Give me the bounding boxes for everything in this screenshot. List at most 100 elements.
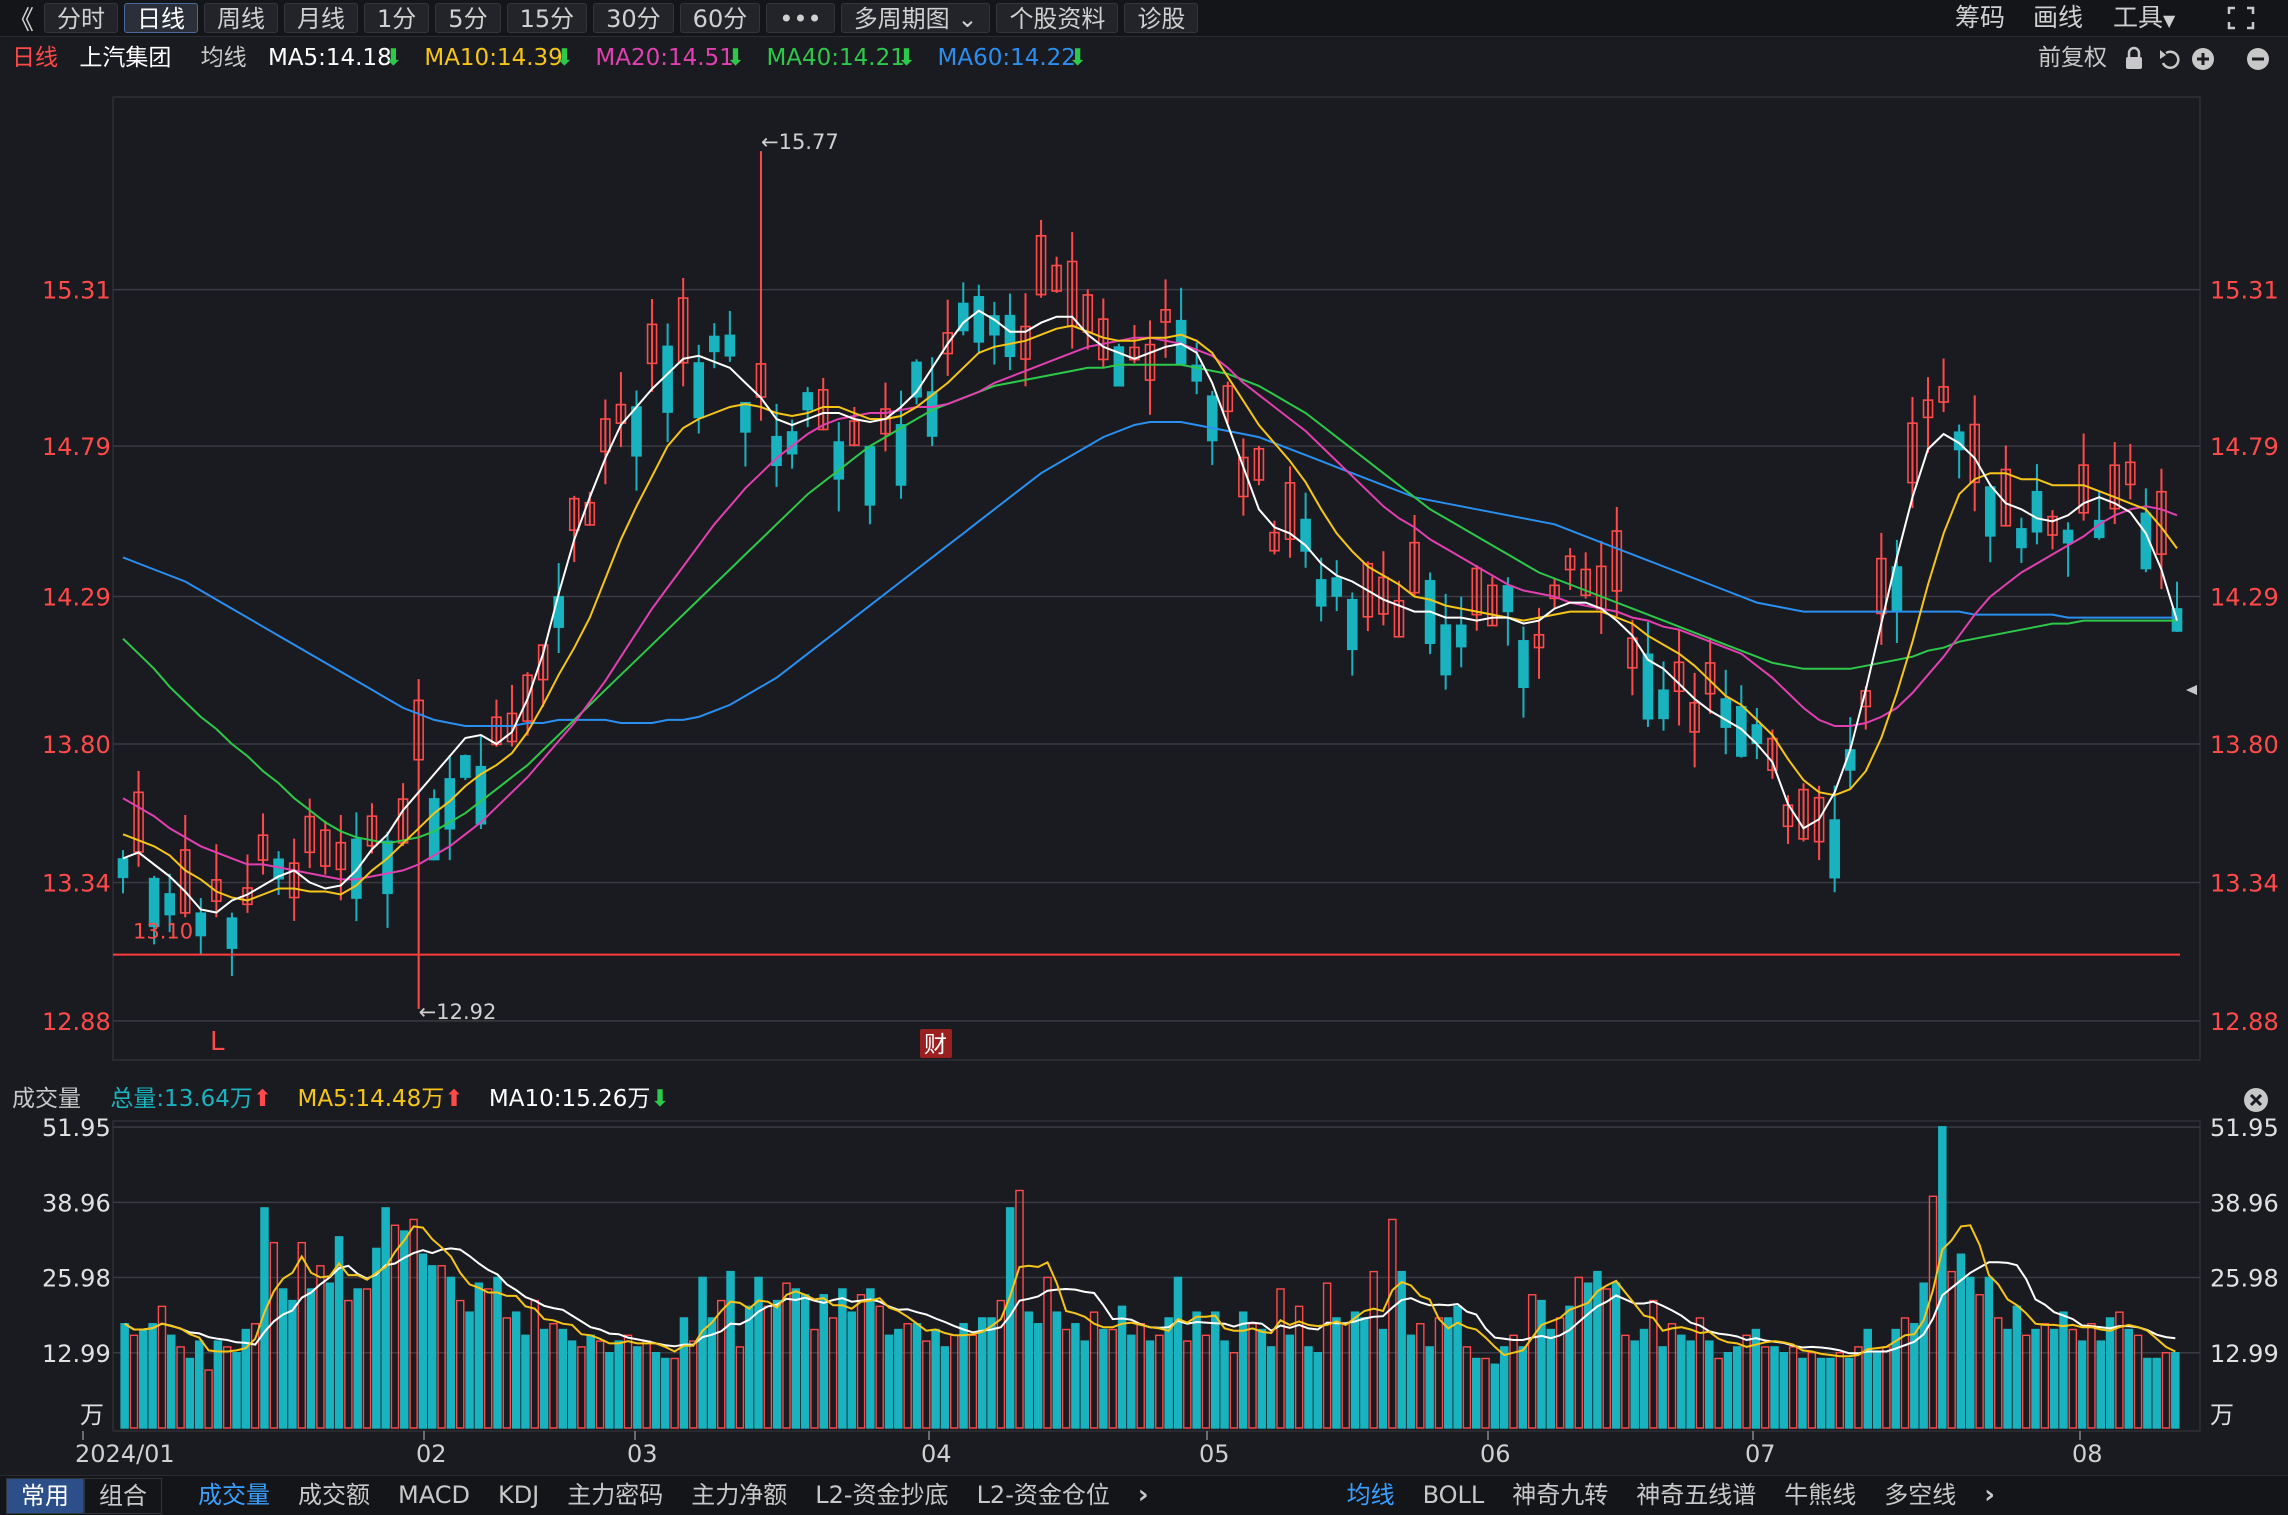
period-tab[interactable]: 5分 (435, 3, 501, 33)
indicator-tab[interactable]: 成交量 (184, 1476, 284, 1515)
lock-icon[interactable] (2126, 46, 2142, 69)
indicator-tab[interactable]: L2-资金仓位 (963, 1476, 1124, 1515)
bottom-group-tab[interactable]: 组合 (84, 1477, 162, 1514)
candle-body (1767, 737, 1778, 771)
volume-bar (2031, 1328, 2040, 1429)
candle-body (211, 879, 222, 902)
volume-bar (213, 1340, 223, 1429)
volume-bar (819, 1294, 828, 1429)
candle-body (1782, 804, 1794, 828)
candle-body (957, 302, 969, 332)
volume-bar (1751, 1328, 1761, 1429)
overlay-tab[interactable]: 牛熊线 (1770, 1476, 1870, 1515)
candle-body (615, 403, 627, 424)
tools-button[interactable]: 工具▼ (2113, 0, 2175, 36)
volume-bar (875, 1305, 884, 1429)
indicator-tab[interactable]: 主力密码 (553, 1476, 677, 1515)
overlay-tab[interactable]: 神奇五线谱 (1622, 1476, 1770, 1515)
candle-body (319, 829, 331, 867)
volume-bar (353, 1288, 362, 1429)
period-tab[interactable]: 个股资料 (996, 3, 1119, 33)
period-tab[interactable]: 1分 (364, 3, 430, 33)
ma10-value: MA10:14.39 (424, 45, 563, 71)
volume-bar (1611, 1282, 1621, 1429)
volume-ma10: MA10:15.26万 (488, 1086, 651, 1112)
volume-bar (1313, 1351, 1323, 1429)
indicator-tab[interactable]: KDJ (484, 1476, 553, 1515)
volume-bar (1276, 1288, 1285, 1429)
candle-body (1627, 637, 1638, 669)
marker-l[interactable]: L (210, 1027, 225, 1057)
volume-bar (2143, 1357, 2152, 1429)
adjust-button[interactable]: 前复权 (2038, 40, 2107, 76)
zoom-in-icon[interactable] (2192, 48, 2214, 70)
volume-bar (1602, 1288, 1611, 1429)
volume-bar (1164, 1317, 1173, 1429)
overlay-tab[interactable]: BOLL (1409, 1476, 1499, 1515)
chevron-right-icon[interactable]: › (1124, 1476, 1163, 1515)
volume-bar (1444, 1317, 1453, 1429)
volume-tick-right: 12.99 (2210, 1340, 2279, 1368)
candle-body (1984, 486, 1996, 537)
period-tab[interactable]: 周线 (204, 3, 279, 33)
candle-body (600, 418, 611, 453)
caret-down-icon: ▼ (2163, 11, 2176, 30)
period-tab[interactable]: 多周期图 ⌄ (840, 3, 991, 33)
ma20-line (122, 336, 2178, 881)
volume-bar (577, 1346, 586, 1429)
fullscreen-icon[interactable] (2225, 4, 2257, 32)
candle-body (926, 391, 938, 437)
volume-bar (250, 1323, 260, 1429)
price-tick-left: 14.79 (42, 433, 111, 461)
period-tab[interactable]: ••• (766, 3, 835, 33)
volume-bar (1910, 1323, 1919, 1429)
period-tab[interactable]: 分时 (44, 3, 119, 33)
candle-body (1393, 599, 1405, 638)
chevron-right-icon[interactable]: › (1970, 1476, 2009, 1515)
candle-body (335, 841, 347, 871)
price-tick-right: 13.80 (2210, 731, 2279, 759)
volume-bar (316, 1265, 325, 1429)
candle-body (1953, 431, 1965, 451)
volume-bar (642, 1340, 651, 1429)
volume-bar (1518, 1346, 1528, 1429)
candle-body (584, 501, 596, 526)
indicator-tab[interactable]: L2-资金抄底 (801, 1476, 962, 1515)
undo-icon[interactable] (2160, 50, 2180, 69)
indicator-tab[interactable]: 主力净额 (677, 1476, 801, 1515)
overlay-tab[interactable]: 神奇九转 (1498, 1476, 1622, 1515)
candle-body (1844, 749, 1856, 771)
finance-marker-bg[interactable] (920, 1029, 952, 1058)
candle-body (2016, 528, 2027, 549)
period-tab[interactable]: 诊股 (1124, 3, 1199, 33)
candle-body (693, 362, 705, 419)
stock-name[interactable]: 上汽集团 (79, 45, 171, 71)
back-icon[interactable]: 《 (8, 0, 34, 37)
period-tab[interactable]: 30分 (593, 3, 674, 33)
ma60-line (122, 421, 2177, 727)
volume-ma5: MA5:14.48万 (297, 1086, 445, 1112)
volume-bar (633, 1346, 642, 1429)
draw-button[interactable]: 画线 (2033, 0, 2083, 36)
bottom-group-tab[interactable]: 常用 (6, 1477, 84, 1514)
volume-bar (1639, 1328, 1649, 1429)
overlay-tab[interactable]: 均线 (1333, 1476, 1409, 1515)
indicator-tab[interactable]: MACD (384, 1476, 484, 1515)
volume-bar (362, 1288, 372, 1429)
period-tab[interactable]: 60分 (679, 3, 761, 33)
period-tab[interactable]: 日线 (124, 3, 199, 33)
close-icon[interactable] (2242, 1086, 2270, 1114)
period-tab[interactable]: 15分 (506, 3, 588, 33)
zoom-out-icon[interactable] (2247, 48, 2269, 70)
ma-label[interactable]: 均线 (201, 45, 247, 71)
finance-marker[interactable]: 财 (924, 1032, 947, 1058)
overlay-tab[interactable]: 多空线 (1870, 1476, 1970, 1515)
indicator-tab[interactable]: 成交额 (284, 1476, 384, 1515)
period-tab[interactable]: 月线 (284, 3, 359, 33)
volume-label[interactable]: 成交量 (12, 1086, 81, 1112)
candle-body (802, 392, 813, 411)
chips-button[interactable]: 筹码 (1955, 0, 2005, 36)
volume-info-bar: 成交量 总量:13.64万⬆ MA5:14.48万⬆ MA10:15.26万⬇ (0, 1081, 2288, 1117)
candle-body (662, 345, 673, 413)
candle-body (568, 497, 580, 531)
